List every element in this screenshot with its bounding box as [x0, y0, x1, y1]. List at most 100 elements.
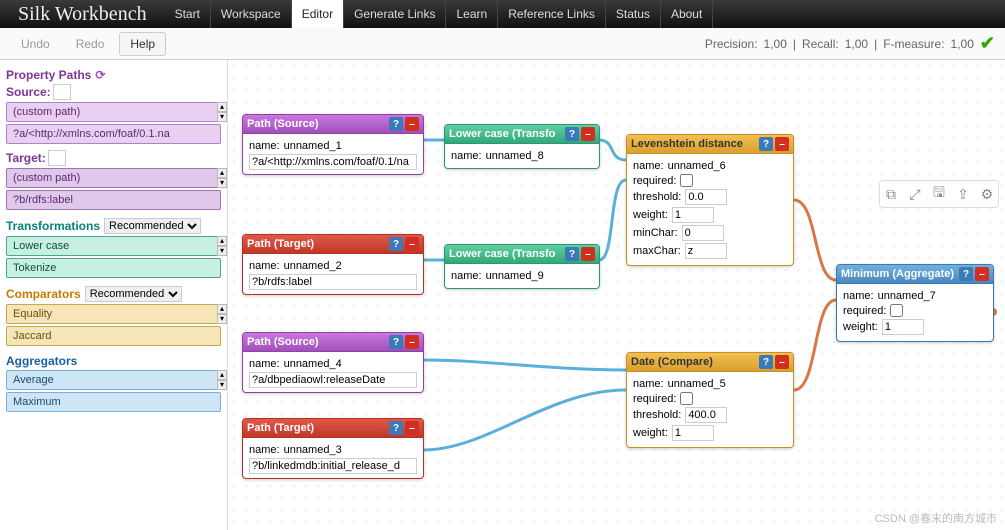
maxchar-input[interactable]	[685, 243, 727, 259]
node-levenshtein[interactable]: Levenshtein distance?– name:unnamed_6 re…	[626, 134, 794, 266]
fmeasure-label: F-measure:	[883, 37, 944, 51]
node-date-compare[interactable]: Date (Compare)?– name:unnamed_5 required…	[626, 352, 794, 448]
node-path-target-1[interactable]: Path (Target)?– name:unnamed_2	[242, 234, 424, 295]
close-icon[interactable]: –	[775, 355, 789, 369]
save-icon[interactable]: 🖫	[930, 185, 948, 203]
comparators-heading: Comparators Recommended	[6, 286, 221, 302]
scroll-up-icon[interactable]: ▴	[217, 102, 227, 112]
editor-canvas[interactable]: Path (Source)?– name:unnamed_1 Path (Tar…	[228, 60, 1005, 530]
close-icon[interactable]: –	[405, 335, 419, 349]
help-button[interactable]: Help	[119, 32, 166, 56]
help-icon[interactable]: ?	[389, 237, 403, 251]
source-filter-input[interactable]	[53, 84, 71, 100]
app-header: Silk Workbench StartWorkspaceEditorGener…	[0, 0, 1005, 28]
aggregator-item[interactable]: Maximum	[6, 392, 221, 412]
help-icon[interactable]: ?	[759, 137, 773, 151]
scroll-up-icon[interactable]: ▴	[217, 304, 227, 314]
path-input[interactable]	[249, 274, 417, 290]
close-icon[interactable]: –	[405, 117, 419, 131]
path-input[interactable]	[249, 154, 417, 170]
weight-input[interactable]	[672, 207, 714, 223]
minchar-input[interactable]	[682, 225, 724, 241]
required-checkbox[interactable]	[680, 392, 693, 405]
transformations-heading: Transformations Recommended	[6, 218, 221, 234]
comparator-item[interactable]: Jaccard	[6, 326, 221, 346]
close-icon[interactable]: –	[405, 421, 419, 435]
redo-button[interactable]: Redo	[65, 32, 116, 56]
settings-icon[interactable]: ⚙	[978, 185, 996, 203]
weight-input[interactable]	[672, 425, 714, 441]
scroll-up-icon[interactable]: ▴	[217, 370, 227, 380]
help-icon[interactable]: ?	[389, 335, 403, 349]
node-path-target-2[interactable]: Path (Target)?– name:unnamed_3	[242, 418, 424, 479]
help-icon[interactable]: ?	[759, 355, 773, 369]
scroll-up-icon[interactable]: ▴	[217, 168, 227, 178]
app-logo: Silk Workbench	[0, 3, 165, 26]
target-path-item[interactable]: ?b/rdfs:label	[6, 190, 221, 210]
property-paths-heading: Property Paths ⟳	[6, 68, 221, 82]
fmeasure-value: 1,00	[951, 37, 974, 51]
required-checkbox[interactable]	[680, 174, 693, 187]
undo-button[interactable]: Undo	[10, 32, 61, 56]
transformations-mode-select[interactable]: Recommended	[104, 218, 201, 234]
threshold-input[interactable]	[685, 407, 727, 423]
scroll-down-icon[interactable]: ▾	[217, 178, 227, 188]
path-input[interactable]	[249, 372, 417, 388]
node-minimum-aggregate[interactable]: Minimum (Aggregate)?– name:unnamed_7 req…	[836, 264, 994, 342]
source-label: Source:	[6, 85, 51, 99]
scroll-down-icon[interactable]: ▾	[217, 314, 227, 324]
sidebar: Property Paths ⟳ Source: (custom path)?a…	[0, 60, 228, 530]
refresh-icon[interactable]: ⟳	[95, 68, 105, 82]
expand-icon[interactable]: ⤢	[906, 185, 924, 203]
threshold-input[interactable]	[685, 189, 727, 205]
help-icon[interactable]: ?	[389, 117, 403, 131]
weight-input[interactable]	[882, 319, 924, 335]
copy-icon[interactable]: ⧉	[882, 185, 900, 203]
source-path-item[interactable]: ?a/<http://xmlns.com/foaf/0.1.na	[6, 124, 221, 144]
close-icon[interactable]: –	[975, 267, 989, 281]
node-path-source-2[interactable]: Path (Source)?– name:unnamed_4	[242, 332, 424, 393]
node-path-source-1[interactable]: Path (Source)?– name:unnamed_1	[242, 114, 424, 175]
comparator-item[interactable]: Equality	[6, 304, 221, 324]
transformation-item[interactable]: Lower case	[6, 236, 221, 256]
aggregators-heading: Aggregators	[6, 354, 221, 368]
precision-label: Precision:	[705, 37, 758, 51]
aggregator-item[interactable]: Average	[6, 370, 221, 390]
close-icon[interactable]: –	[775, 137, 789, 151]
export-icon[interactable]: ⇪	[954, 185, 972, 203]
help-icon[interactable]: ?	[565, 247, 579, 261]
close-icon[interactable]: –	[581, 247, 595, 261]
tab-reference-links[interactable]: Reference Links	[498, 0, 606, 28]
target-path-item[interactable]: (custom path)	[6, 168, 221, 188]
tab-status[interactable]: Status	[606, 0, 661, 28]
help-icon[interactable]: ?	[565, 127, 579, 141]
scroll-down-icon[interactable]: ▾	[217, 380, 227, 390]
help-icon[interactable]: ?	[389, 421, 403, 435]
node-lowercase-2[interactable]: Lower case (Transfo?– name:unnamed_9	[444, 244, 600, 289]
close-icon[interactable]: –	[581, 127, 595, 141]
scroll-down-icon[interactable]: ▾	[217, 112, 227, 122]
source-path-item[interactable]: (custom path)	[6, 102, 221, 122]
node-lowercase-1[interactable]: Lower case (Transfo?– name:unnamed_8	[444, 124, 600, 169]
tab-generate-links[interactable]: Generate Links	[344, 0, 446, 28]
toolbar: Undo Redo Help Precision: 1,00 | Recall:…	[0, 28, 1005, 60]
comparators-mode-select[interactable]: Recommended	[85, 286, 182, 302]
tab-start[interactable]: Start	[165, 0, 211, 28]
scroll-down-icon[interactable]: ▾	[217, 246, 227, 256]
tab-about[interactable]: About	[661, 0, 713, 28]
recall-label: Recall:	[802, 37, 839, 51]
scroll-up-icon[interactable]: ▴	[217, 236, 227, 246]
tab-workspace[interactable]: Workspace	[211, 0, 292, 28]
help-icon[interactable]: ?	[959, 267, 973, 281]
close-icon[interactable]: –	[405, 237, 419, 251]
transformation-item[interactable]: Tokenize	[6, 258, 221, 278]
canvas-dock: ⧉ ⤢ 🖫 ⇪ ⚙	[879, 180, 999, 208]
required-checkbox[interactable]	[890, 304, 903, 317]
recall-value: 1,00	[845, 37, 868, 51]
target-filter-input[interactable]	[48, 150, 66, 166]
tab-learn[interactable]: Learn	[446, 0, 498, 28]
tab-editor[interactable]: Editor	[292, 0, 344, 28]
path-input[interactable]	[249, 458, 417, 474]
target-label: Target:	[6, 151, 46, 165]
metrics-bar: Precision: 1,00 | Recall: 1,00 | F-measu…	[705, 33, 995, 54]
